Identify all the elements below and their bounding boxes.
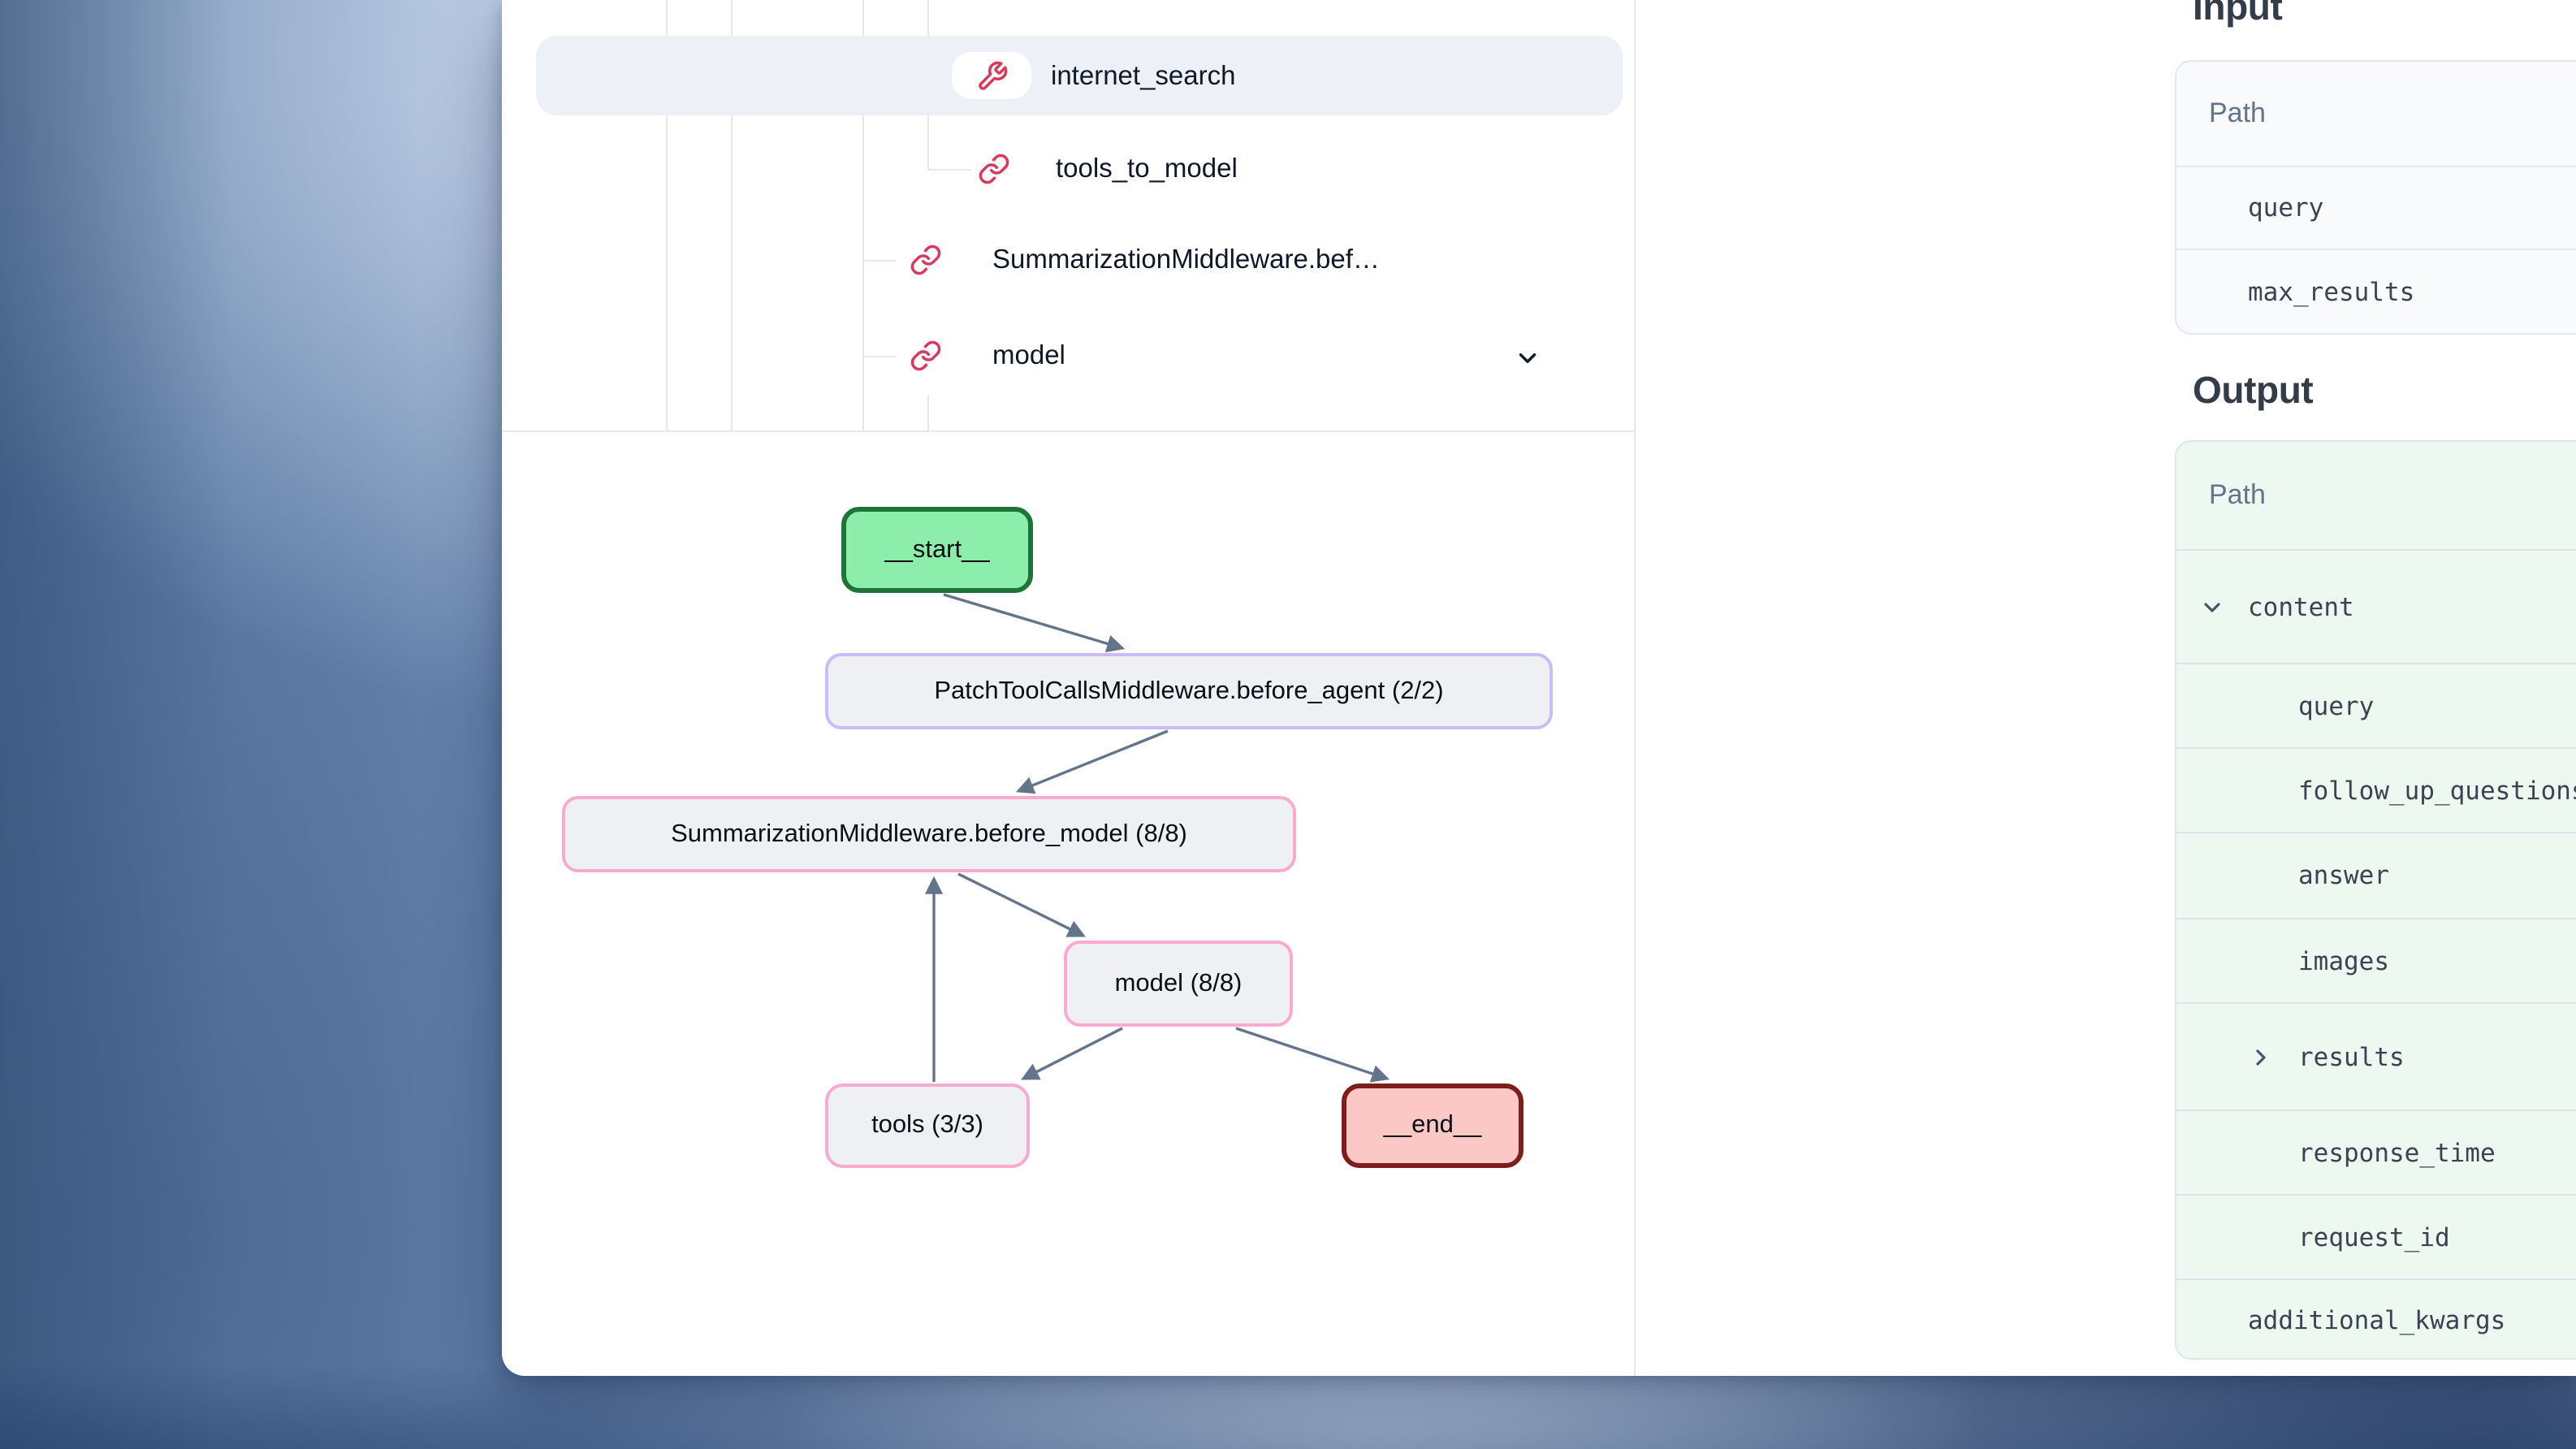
output-section-title: Output (2193, 369, 2313, 413)
path-column-header: Path (2176, 97, 2266, 130)
path-row-label: images (2176, 946, 2389, 975)
path-row-label: max_results (2176, 278, 2414, 307)
graph-node-start[interactable]: __start__ (841, 507, 1033, 593)
screen: internet_search tools_to_model (0, 0, 2576, 1449)
graph-node-patch-tool-calls-middleware[interactable]: PatchToolCallsMiddleware.before_agent (2… (825, 653, 1553, 729)
path-row: request_id (2176, 1194, 2576, 1278)
path-row-label: request_id (2176, 1222, 2450, 1252)
path-row-label: additional_kwargs (2176, 1306, 2505, 1335)
io-panel: Input Path query max_results Output Path (1634, 0, 2576, 1376)
graph-node-summarization-middleware[interactable]: SummarizationMiddleware.before_model (8/… (562, 796, 1296, 872)
output-path-table: Path content query follow_up_questions a… (2175, 440, 2576, 1360)
path-row: follow_up_questions (2176, 747, 2576, 832)
graph-node-model[interactable]: model (8/8) (1064, 941, 1293, 1027)
graph-node-tools[interactable]: tools (3/3) (825, 1084, 1030, 1168)
input-path-table: Path query max_results (2175, 60, 2576, 335)
table-header-row: Path (2176, 62, 2576, 166)
path-row-label: follow_up_questions (2176, 776, 2576, 805)
path-row: query (2176, 663, 2576, 747)
path-row-label: query (2176, 193, 2323, 223)
input-section-title: Input (2193, 0, 2282, 29)
path-row: query (2176, 166, 2576, 249)
path-row-label: response_time (2176, 1138, 2496, 1167)
path-row-results[interactable]: results (2176, 1002, 2576, 1109)
path-row: max_results (2176, 249, 2576, 335)
path-row: response_time (2176, 1109, 2576, 1194)
path-row-content[interactable]: content (2176, 549, 2576, 663)
graph-node-end[interactable]: __end__ (1342, 1084, 1524, 1168)
path-row-label: query (2176, 691, 2374, 720)
table-header-row: Path (2176, 442, 2576, 549)
path-row-label: answer (2176, 861, 2389, 890)
path-row-label: results (2176, 1042, 2405, 1071)
path-row: images (2176, 918, 2576, 1002)
path-row: additional_kwargs (2176, 1278, 2576, 1360)
path-row: answer (2176, 832, 2576, 918)
trace-viewer-window: internet_search tools_to_model (502, 0, 2576, 1376)
chevron-down-icon[interactable] (2199, 594, 2225, 620)
path-column-header: Path (2176, 479, 2266, 512)
chevron-right-icon[interactable] (2248, 1044, 2274, 1070)
